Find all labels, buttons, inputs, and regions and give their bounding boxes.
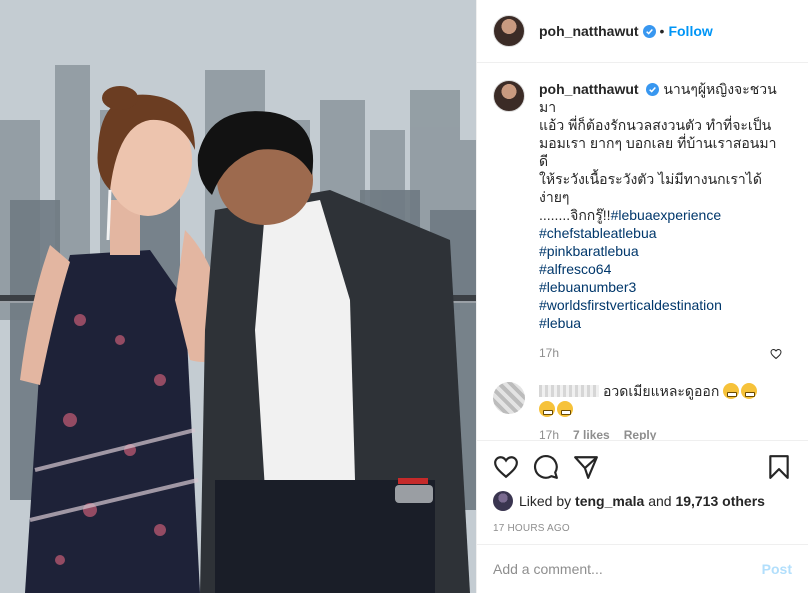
likes-count[interactable]: 19,713 others [675,493,765,509]
grimace-emoji-icon [723,383,740,399]
share-icon[interactable] [573,454,599,480]
hashtag-link[interactable]: #alfresco64 [539,260,777,278]
small-heart-icon[interactable] [770,348,782,360]
action-bar: Liked by teng_mala and 19,713 others 17 … [477,440,808,534]
reply-button[interactable]: Reply [624,428,657,440]
add-comment-input[interactable] [493,561,762,577]
liked-by-prefix: Liked by [519,493,572,509]
liker-avatar[interactable] [493,491,513,511]
comment-body: อวดเมียแหละดูออก [603,383,720,399]
separator-dot: • [659,23,665,39]
hashtag-link[interactable]: #lebuanumber3 [539,278,777,296]
comment-likes[interactable]: 7 likes [573,428,610,440]
comment-time: 17h [539,428,560,440]
blurred-username [539,385,599,397]
caption-username[interactable]: poh_natthawut [539,81,639,97]
heart-icon[interactable] [493,454,519,480]
hashtag-link[interactable]: #pinkbaratlebua [539,242,777,260]
instagram-post-modal: poh_natthawut • Follow poh_natthawut นาน… [0,0,808,593]
action-icons [493,451,792,483]
comment-text: อวดเมียแหละดูออก [539,382,777,418]
hashtag-link[interactable]: #chefstableatlebua [539,224,777,242]
bookmark-icon[interactable] [766,454,792,480]
grimace-emoji-icon [741,383,758,399]
caption-line: แอ้ว พี่ก็ต้องรักนวลสงวนตัว ทำที่จะเป็น [539,117,772,133]
grimace-emoji-icon [539,401,555,417]
hashtag-link[interactable]: #lebuaexperience [611,207,722,223]
caption-line: มอมเรา ยากๆ บอกเลย ที่บ้านเราสอนมาดี [539,135,777,169]
comments-area[interactable]: poh_natthawut นานๆผู้หญิงจะชวนมา แอ้ว พี… [477,64,808,440]
verified-badge-icon [642,24,656,38]
blurred-avatar [493,382,525,414]
post-button[interactable]: Post [762,561,792,577]
caption-line: ........จิกกรู๊!! [539,207,611,223]
likes-summary: Liked by teng_mala and 19,713 others [493,491,792,511]
liker-username[interactable]: teng_mala [575,493,644,509]
avatar[interactable] [493,15,525,47]
grimace-emoji-icon [557,401,573,417]
caption: poh_natthawut นานๆผู้หญิงจะชวนมา แอ้ว พี… [493,80,792,362]
follow-button[interactable]: Follow [668,23,712,39]
caption-text: poh_natthawut นานๆผู้หญิงจะชวนมา แอ้ว พี… [539,80,777,362]
caption-time: 17h [539,346,560,360]
post-header: poh_natthawut • Follow [477,0,808,63]
comment-meta: 17h 7 likes Reply [539,428,792,440]
post-photo[interactable] [0,0,476,593]
comment-row: อวดเมียแหละดูออก [493,382,792,418]
hashtag-link[interactable]: #worldsfirstverticaldestination [539,296,777,314]
likes-and: and [648,493,672,509]
post-photo-illustration [0,0,476,593]
caption-line: ให้ระวังเนื้อระวังตัว ไม่มีทางนกเราได้ง่… [539,171,762,205]
verified-badge-icon [646,83,660,96]
posted-time[interactable]: 17 HOURS AGO [493,523,792,534]
post-side-panel: poh_natthawut • Follow poh_natthawut นาน… [476,0,808,593]
hashtag-link[interactable]: #lebua [539,314,777,332]
add-comment-bar: Post [477,544,808,593]
comment-icon[interactable] [533,454,559,480]
caption-avatar[interactable] [493,80,525,112]
header-username[interactable]: poh_natthawut [539,23,639,39]
